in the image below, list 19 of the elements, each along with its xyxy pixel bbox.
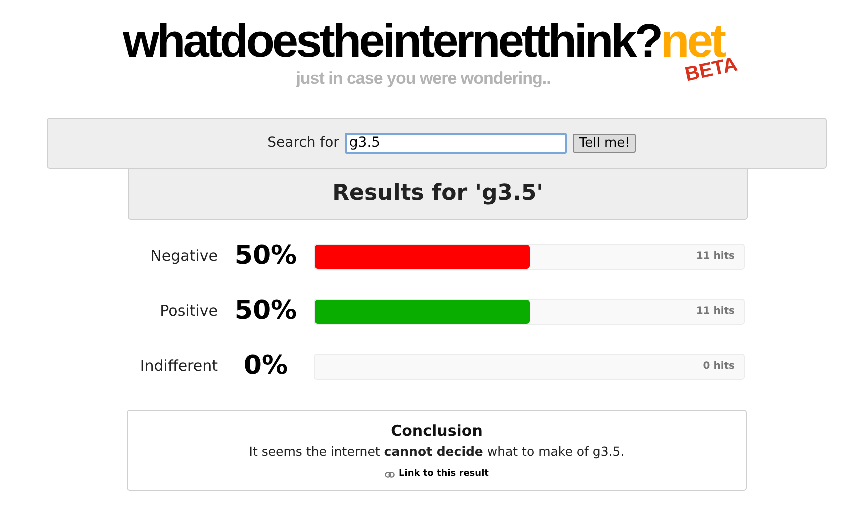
site-logo-text: whatdoestheinternetthink? <box>122 17 662 64</box>
sentiment-label: Negative <box>150 246 218 268</box>
tell-me-button[interactable]: Tell me! <box>573 134 636 152</box>
sentiment-label: Positive <box>159 301 218 322</box>
results-title: Results for 'g3.5' <box>332 180 544 208</box>
conclusion-text: It seems the internet cannot decide what to make of g3.5. <box>249 443 625 462</box>
link-icon <box>385 472 396 478</box>
search-label: Search for <box>268 134 340 152</box>
sentiment-label: Indifferent <box>139 356 218 378</box>
hits-count: 0 hits <box>703 360 735 374</box>
result-link[interactable]: Link to this result <box>385 468 489 482</box>
search-field[interactable]: g3.5 <box>345 132 568 154</box>
sentiment-percent: 0% <box>242 350 290 383</box>
sentiment-percent: 50% <box>234 240 298 273</box>
hits-count: 11 hits <box>696 250 735 264</box>
tagline: just in case you were wondering.. <box>296 68 551 90</box>
hits-count: 11 hits <box>696 305 735 319</box>
conclusion-title: Conclusion <box>391 422 483 440</box>
sentiment-percent: 50% <box>234 295 298 328</box>
